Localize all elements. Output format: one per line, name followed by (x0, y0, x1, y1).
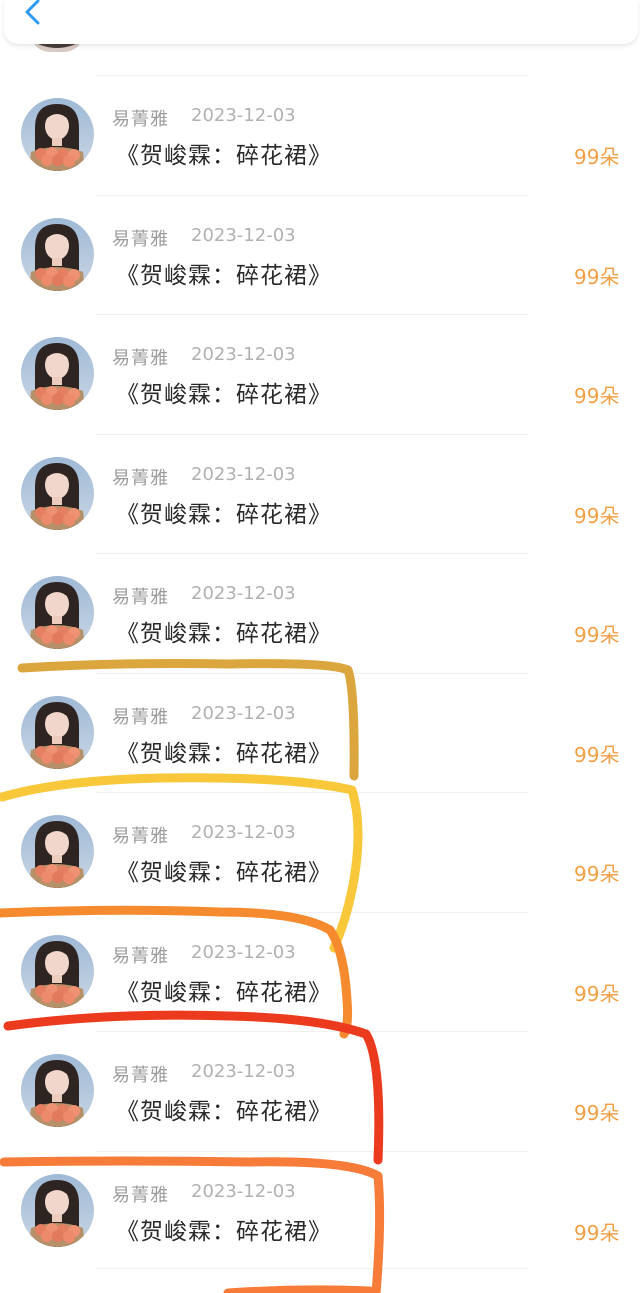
user-name: 易菁雅 (112, 467, 169, 489)
row-divider (96, 194, 528, 196)
gift-date: 2023-12-03 (191, 822, 296, 843)
avatar[interactable] (21, 217, 94, 291)
avatar[interactable] (21, 1173, 94, 1247)
avatar[interactable] (21, 337, 94, 410)
flower-count: 99朵 (574, 264, 620, 289)
avatar[interactable] (21, 98, 94, 171)
list-item[interactable]: 易菁雅 2023-12-03 《贺峻霖：碎花裙》 99朵 (0, 1031, 640, 1151)
avatar[interactable] (21, 576, 94, 649)
flower-count: 99朵 (574, 862, 620, 886)
row-divider (96, 792, 528, 793)
row-divider (96, 911, 528, 913)
flower-count: 99朵 (574, 623, 620, 647)
gift-date: 2023-12-03 (191, 344, 296, 365)
avatar[interactable] (21, 815, 94, 888)
list-item[interactable]: 易菁雅 2023-12-03 《贺峻霖：碎花裙》 99朵 (0, 194, 640, 315)
row-divider (96, 553, 528, 554)
gift-title: 《贺峻霖：碎花裙》 (116, 979, 332, 1006)
user-name: 易菁雅 (112, 109, 169, 130)
row-divider (96, 75, 528, 76)
avatar[interactable] (21, 1054, 94, 1127)
row-divider (96, 1150, 528, 1152)
list-item[interactable]: 易菁雅 2023-12-03 《贺峻霖：碎花裙》 99朵 (0, 672, 640, 793)
gift-date: 2023-12-03 (191, 941, 296, 963)
user-name: 易菁雅 (112, 1184, 169, 1206)
user-name: 易菁雅 (112, 1065, 169, 1086)
list-item[interactable]: 易菁雅 2023-12-03 《贺峻霖：碎花裙》 99朵 (0, 314, 640, 434)
flower-count: 99朵 (574, 1101, 620, 1125)
user-name: 易菁雅 (112, 228, 169, 250)
gift-record-list: 易菁雅 2023-12-03 《贺峻霖：碎花裙》 99朵 易菁雅 2023-12… (0, 0, 640, 1293)
flower-count: 99朵 (574, 503, 620, 528)
gift-date: 2023-12-03 (191, 463, 296, 485)
gift-title: 《贺峻霖：碎花裙》 (116, 860, 332, 886)
user-name: 易菁雅 (112, 826, 169, 847)
user-name: 易菁雅 (112, 706, 169, 728)
gift-title: 《贺峻霖：碎花裙》 (116, 501, 332, 528)
gift-title: 《贺峻霖：碎花裙》 (116, 382, 332, 408)
gift-title: 《贺峻霖：碎花裙》 (116, 143, 332, 169)
user-name: 易菁雅 (112, 587, 169, 608)
flower-count: 99朵 (574, 384, 620, 408)
list-item[interactable]: 易菁雅 2023-12-03 《贺峻霖：碎花裙》 99朵 (0, 911, 640, 1032)
avatar[interactable] (21, 456, 94, 530)
gift-date: 2023-12-03 (191, 224, 296, 246)
row-divider (96, 1268, 528, 1269)
list-item[interactable]: 易菁雅 2023-12-03 《贺峻霖：碎花裙》 99朵 (0, 553, 640, 673)
list-item[interactable]: 易菁雅 2023-12-03 《贺峻霖：碎花裙》 99朵 (0, 1150, 640, 1271)
avatar[interactable] (21, 695, 94, 769)
gift-title: 《贺峻霖：碎花裙》 (116, 1099, 332, 1125)
back-button[interactable] (22, 0, 56, 30)
flower-count: 99朵 (574, 981, 620, 1006)
gift-title: 《贺峻霖：碎花裙》 (116, 1218, 332, 1245)
flower-count: 99朵 (574, 145, 620, 169)
gift-date: 2023-12-03 (191, 1061, 296, 1082)
gift-date: 2023-12-03 (191, 105, 296, 126)
gift-title: 《贺峻霖：碎花裙》 (116, 740, 332, 767)
gift-title: 《贺峻霖：碎花裙》 (116, 621, 332, 647)
flower-count: 99朵 (574, 1220, 620, 1245)
list-item[interactable]: 易菁雅 2023-12-03 《贺峻霖：碎花裙》 99朵 (0, 792, 640, 912)
row-divider (96, 1031, 528, 1032)
flower-count: 99朵 (574, 742, 620, 767)
row-divider (96, 672, 528, 674)
gift-title: 《贺峻霖：碎花裙》 (116, 262, 332, 289)
user-name: 易菁雅 (112, 945, 169, 967)
user-name: 易菁雅 (112, 348, 169, 369)
gift-date: 2023-12-03 (191, 583, 296, 604)
row-divider (96, 314, 528, 315)
list-item[interactable]: 易菁雅 2023-12-03 《贺峻霖：碎花裙》 99朵 (0, 75, 640, 195)
row-divider (96, 433, 528, 435)
gift-date: 2023-12-03 (191, 1180, 296, 1202)
gift-date: 2023-12-03 (191, 702, 296, 724)
list-item[interactable]: 易菁雅 2023-12-03 《贺峻霖：碎花裙》 99朵 (0, 433, 640, 554)
avatar[interactable] (21, 934, 94, 1008)
top-nav-bar (4, 0, 638, 44)
chevron-left-icon (22, 0, 44, 31)
